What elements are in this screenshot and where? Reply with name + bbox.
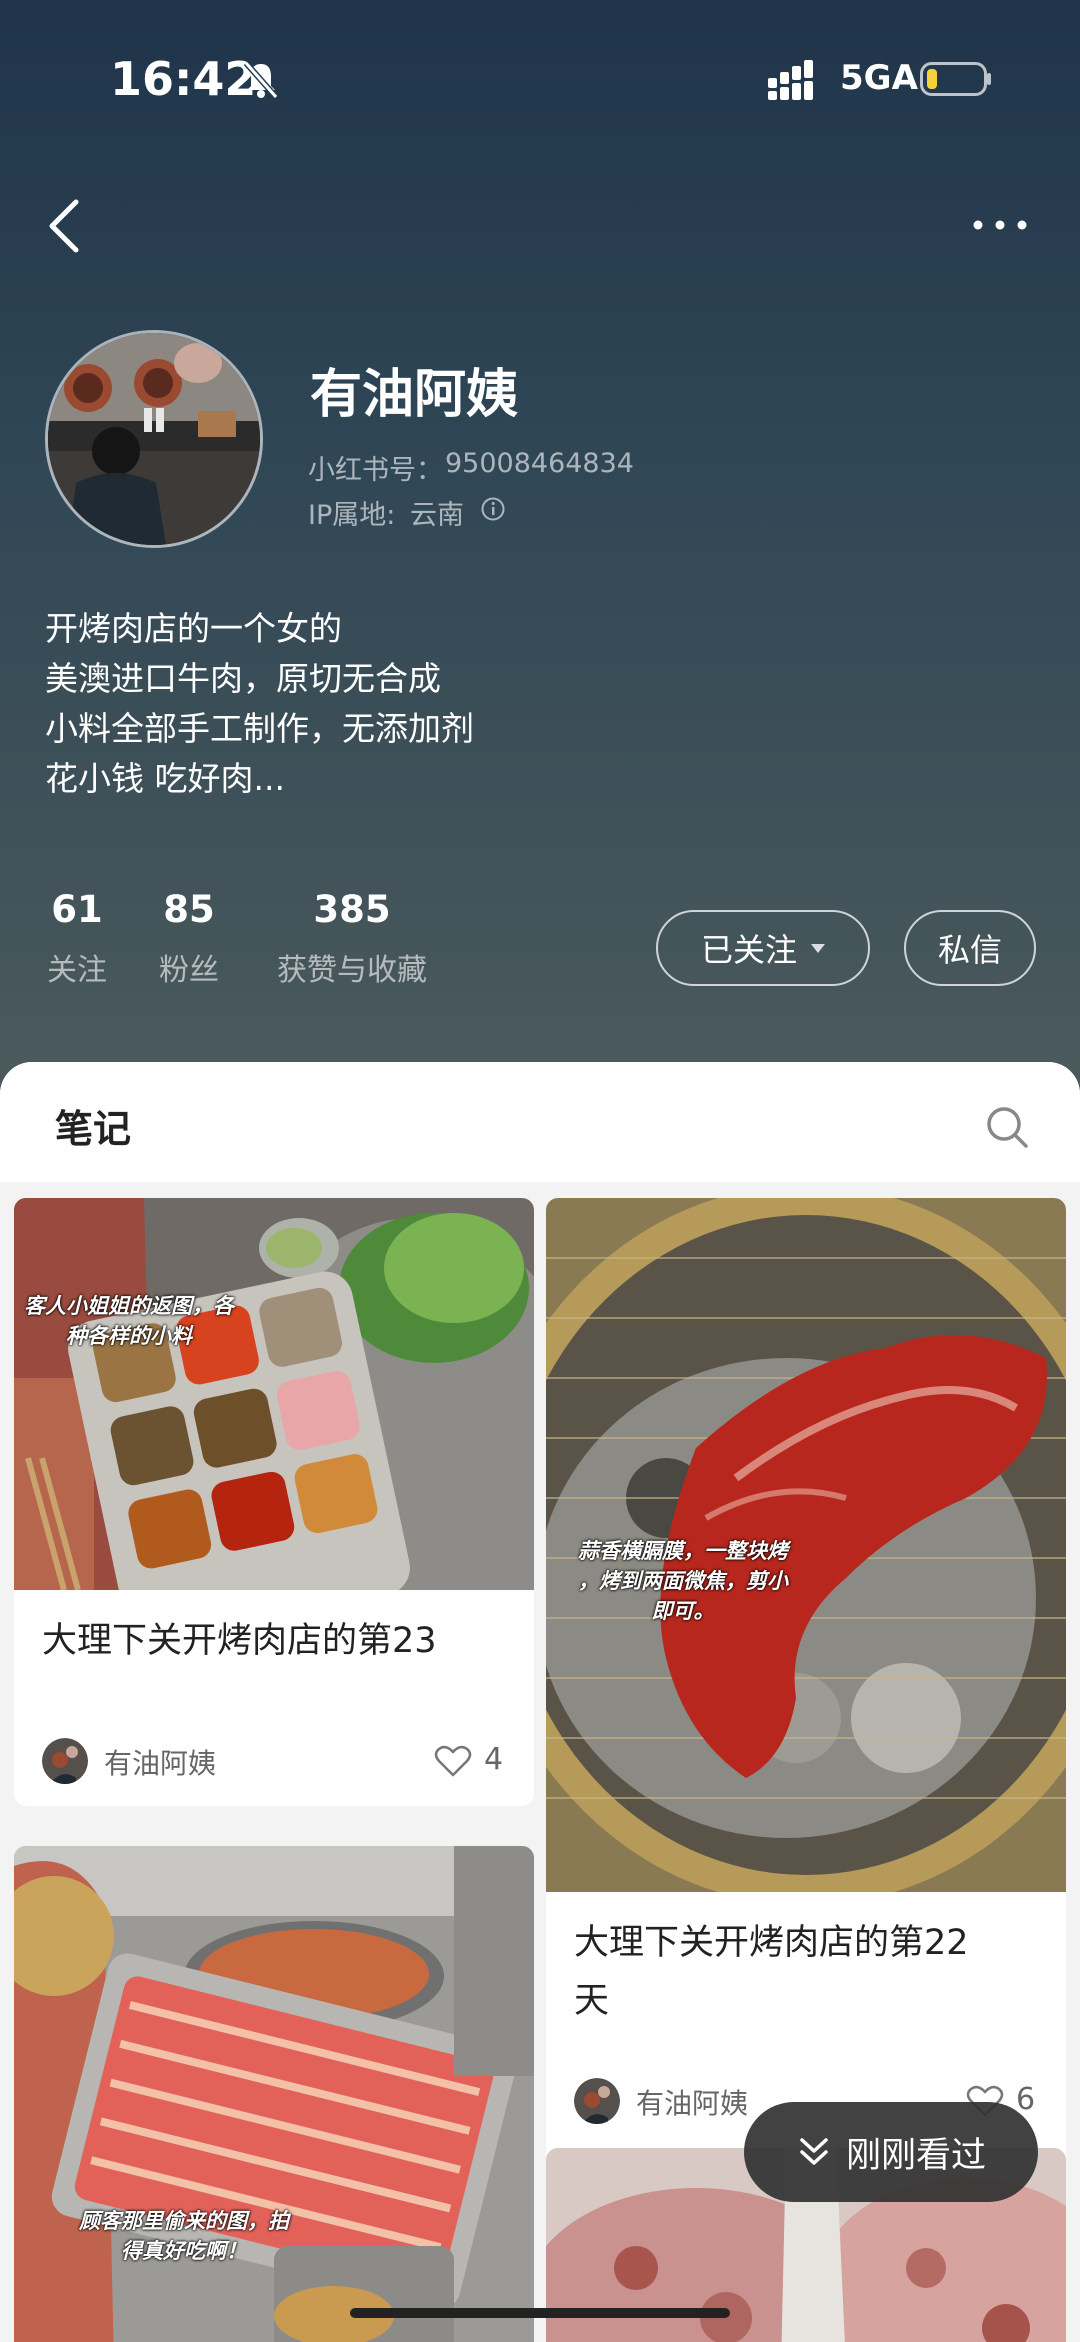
- avatar[interactable]: [45, 330, 263, 548]
- title-line: 大理下关开烤肉店的第22: [574, 1923, 969, 1963]
- author-name[interactable]: 有油阿姨: [636, 2082, 748, 2122]
- stat-following[interactable]: 61 关注: [44, 888, 110, 989]
- bio-line: 开烤肉店的一个女的: [45, 609, 342, 648]
- author-name[interactable]: 有油阿姨: [104, 1742, 216, 1782]
- more-icon[interactable]: [970, 210, 1030, 240]
- tab-notes[interactable]: 笔记: [55, 1098, 131, 1153]
- bell-muted-icon: [243, 61, 279, 99]
- caption-line: ，烤到两面微焦，剪小: [578, 1569, 788, 1593]
- note-card[interactable]: 蒜香横膈膜，一整块烤 ，烤到两面微焦，剪小 即可。 大理下关开烤肉店的第22 天…: [546, 1198, 1066, 2196]
- tab-bar: 笔记: [0, 1062, 1080, 1182]
- note-card-footer[interactable]: 天 有油阿姨 4: [14, 1668, 534, 1806]
- author-avatar[interactable]: [574, 2078, 620, 2124]
- chevron-down-icon: [811, 943, 825, 953]
- caption-line: 种各样的小料: [66, 1324, 192, 1348]
- recently-viewed-label: 刚刚看过: [845, 2135, 986, 2176]
- stat-value: 385: [313, 888, 391, 931]
- bio-line: 小料全部手工制作，无添加剂: [45, 709, 474, 748]
- note-cover-image: [14, 1846, 534, 2342]
- stat-likes[interactable]: 385 获赞与收藏: [268, 888, 436, 989]
- followed-button[interactable]: 已关注: [656, 910, 870, 986]
- heart-icon[interactable]: [434, 1744, 472, 1778]
- cover-caption: 顾客那里偷来的图，拍 得真好吃啊！: [54, 2206, 314, 2266]
- network-label: 5GA: [840, 58, 918, 98]
- author-avatar[interactable]: [42, 1738, 88, 1784]
- profile-name: 有油阿姨: [310, 365, 519, 425]
- caption-line: 即可。: [651, 1599, 715, 1623]
- stat-followers[interactable]: 85 粉丝: [156, 888, 222, 989]
- caption-line: 蒜香横膈膜，一整块烤: [578, 1539, 788, 1563]
- note-card[interactable]: 客人小姐姐的返图，各 种各样的小料 大理下关开烤肉店的第23 天: [14, 1198, 534, 1692]
- stat-label: 关注: [47, 953, 107, 988]
- like-count: 4: [484, 1742, 504, 1777]
- message-button[interactable]: 私信: [904, 910, 1036, 986]
- bio[interactable]: 开烤肉店的一个女的 美澳进口牛肉，原切无合成 小料全部手工制作，无添加剂 花小钱…: [45, 604, 745, 804]
- info-icon[interactable]: [480, 496, 506, 522]
- ip-label: IP属地:: [308, 500, 396, 531]
- cover-caption: 客人小姐姐的返图，各 种各样的小料: [16, 1291, 242, 1351]
- id-value[interactable]: 95008464834: [445, 448, 634, 479]
- profile-header: 16:42 5GA 有油阿姨 小红书号： 95008464834 IP属地: 云…: [0, 0, 1080, 1100]
- note-cover-image: [14, 1198, 534, 1590]
- battery-icon: [920, 62, 991, 96]
- ip-value: 云南: [410, 500, 464, 531]
- stat-label: 获赞与收藏: [277, 953, 427, 988]
- status-time: 16:42: [110, 52, 257, 106]
- stat-value: 61: [51, 888, 103, 931]
- signal-icon: [768, 60, 813, 100]
- home-indicator[interactable]: [350, 2308, 730, 2318]
- message-label: 私信: [937, 931, 1002, 969]
- note-card[interactable]: 顾客那里偷来的图，拍 得真好吃啊！: [14, 1846, 534, 2342]
- id-label: 小红书号：: [308, 455, 443, 486]
- note-title: 大理下关开烤肉店的第22 天: [574, 1914, 1034, 2030]
- followed-label: 已关注: [700, 931, 797, 969]
- recently-viewed-button[interactable]: 刚刚看过: [744, 2102, 1038, 2202]
- bio-line: 花小钱 吃好肉...: [45, 759, 285, 798]
- double-chevron-down-icon: [800, 2138, 828, 2165]
- caption-line: 顾客那里偷来的图，拍: [79, 2209, 289, 2233]
- title-line: 天: [574, 1981, 610, 2021]
- caption-line: 客人小姐姐的返图，各: [24, 1294, 234, 1318]
- title-line: 大理下关开烤肉店的第23: [42, 1621, 437, 1661]
- cover-caption: 蒜香横膈膜，一整块烤 ，烤到两面微焦，剪小 即可。: [554, 1536, 812, 1626]
- back-icon[interactable]: [42, 196, 88, 256]
- search-icon[interactable]: [984, 1104, 1030, 1150]
- stat-value: 85: [163, 888, 215, 931]
- bio-line: 美澳进口牛肉，原切无合成: [45, 659, 441, 698]
- caption-line: 得真好吃啊！: [121, 2239, 247, 2263]
- stat-label: 粉丝: [159, 953, 219, 988]
